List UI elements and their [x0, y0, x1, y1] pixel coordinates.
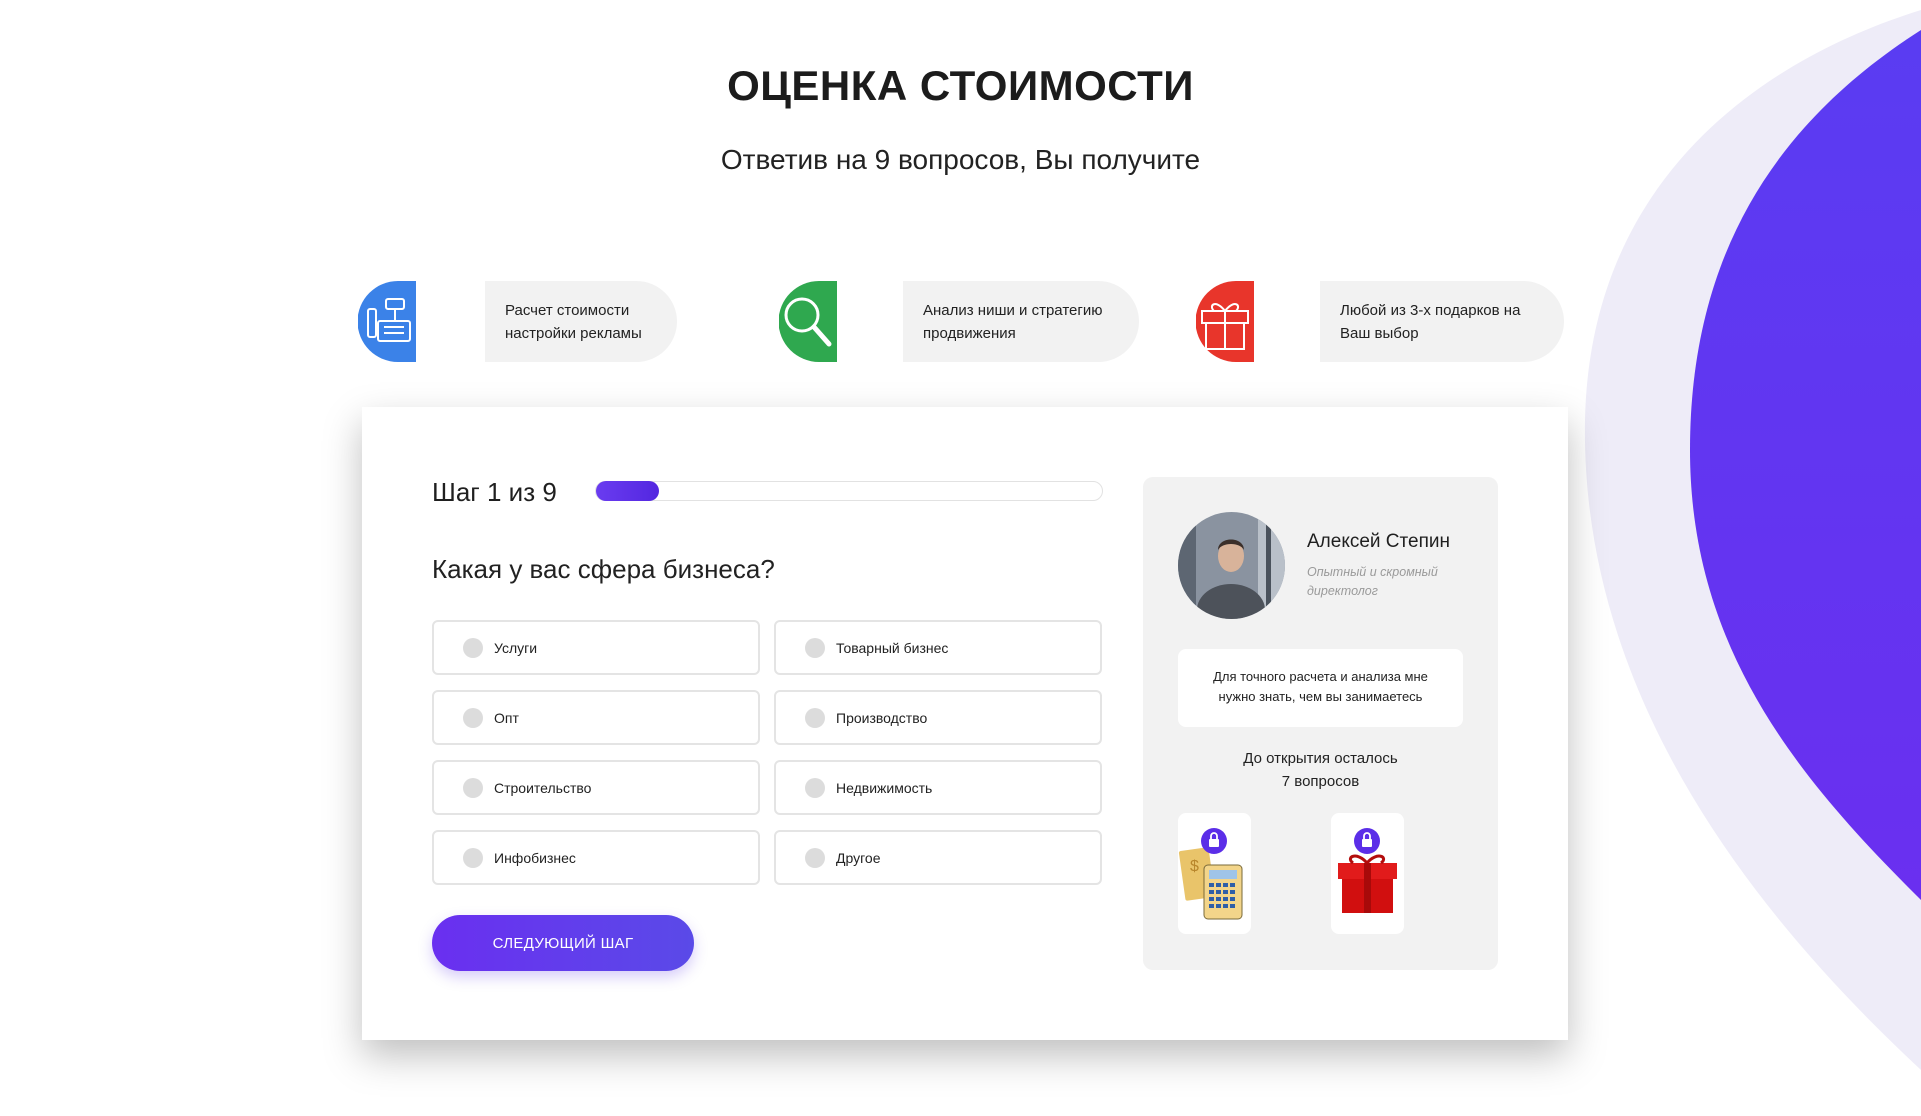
radio-button[interactable] [805, 707, 825, 728]
radio-button[interactable] [805, 637, 825, 658]
benefit-text: Любой из 3-х подарков на [1340, 302, 1521, 319]
radio-button[interactable] [463, 637, 483, 658]
option-uslugi[interactable]: Услуги [432, 620, 760, 675]
progress-fill [596, 481, 660, 501]
magnifier-icon [779, 281, 837, 362]
option-tovarny-biznes[interactable]: Товарный бизнес [774, 620, 1102, 675]
consultant-role: Опытный и скромный директолог [1307, 565, 1438, 598]
remaining-questions: До открытия осталось 7 вопросов [1143, 747, 1498, 793]
consultant-name: Алексей Степин [1307, 531, 1450, 552]
question-title: Какая у вас сфера бизнеса? [432, 554, 775, 584]
option-label: Другое [836, 849, 881, 866]
option-label: Услуги [494, 639, 538, 656]
option-label: Производство [836, 709, 928, 726]
option-infobiznes[interactable]: Инфобизнес [432, 830, 760, 885]
gift-card-box [1331, 813, 1404, 934]
option-label: Опт [494, 709, 519, 726]
option-label: Товарный бизнес [836, 639, 949, 656]
radio-button[interactable] [805, 847, 825, 868]
gift-box-icon [1338, 828, 1397, 913]
radio-button[interactable] [463, 707, 483, 728]
option-nedvizhimost[interactable]: Недвижимость [774, 760, 1102, 815]
option-label: Инфобизнес [494, 849, 576, 866]
gift-card-calculator: $ [1178, 813, 1251, 934]
page-subtitle: Ответив на 9 вопросов, Вы получите [720, 144, 1201, 175]
radio-button[interactable] [463, 777, 483, 798]
benefit-text: продвижения [923, 325, 1016, 342]
step-label: Шаг 1 из 9 [432, 477, 557, 507]
benefit-cost-calculation: Расчет стоимости настройки рекламы [485, 281, 677, 362]
benefit-text: Ваш выбор [1340, 325, 1419, 342]
option-stroitelstvo[interactable]: Строительство [432, 760, 760, 815]
option-label: Строительство [494, 779, 592, 796]
svg-text:$: $ [1190, 858, 1199, 875]
benefit-niche-analysis: Анализ ниши и стратегию продвижения [903, 281, 1139, 362]
option-opt[interactable]: Опт [432, 690, 760, 745]
consultant-message: Для точного расчета и анализа мне нужно … [1178, 649, 1463, 727]
answer-options: Услуги Товарный бизнес Опт Производство … [432, 620, 1104, 885]
page-title: ОЦЕНКА СТОИМОСТИ [727, 62, 1194, 109]
benefit-text: настройки рекламы [505, 325, 642, 342]
option-label: Недвижимость [836, 779, 933, 796]
remaining-text: До открытия осталось [1243, 750, 1398, 767]
consultant-panel: Алексей Степин Опытный и скромный директ… [1143, 477, 1498, 970]
message-text: нужно знать, чем вы занимаетесь [1218, 689, 1423, 704]
option-proizvodstvo[interactable]: Производство [774, 690, 1102, 745]
remaining-count: 7 вопросов [1281, 773, 1360, 790]
radio-button[interactable] [463, 847, 483, 868]
benefit-text: Расчет стоимости [505, 302, 630, 319]
progress-bar [595, 481, 1103, 501]
next-step-button[interactable]: СЛЕДУЮЩИЙ ШАГ [432, 915, 694, 971]
benefit-text: Анализ ниши и стратегию [923, 302, 1103, 319]
option-drugoe[interactable]: Другое [774, 830, 1102, 885]
quiz-card: Шаг 1 из 9 Какая у вас сфера бизнеса? Ус… [362, 407, 1568, 1040]
radio-button[interactable] [805, 777, 825, 798]
cash-register-icon [358, 281, 416, 362]
benefit-gift-choice: Любой из 3-х подарков на Ваш выбор [1320, 281, 1564, 362]
avatar [1178, 512, 1285, 619]
message-text: Для точного расчета и анализа мне [1213, 669, 1428, 684]
calculator-gift-icon: $ [1178, 828, 1243, 920]
gift-icon [1196, 281, 1254, 362]
